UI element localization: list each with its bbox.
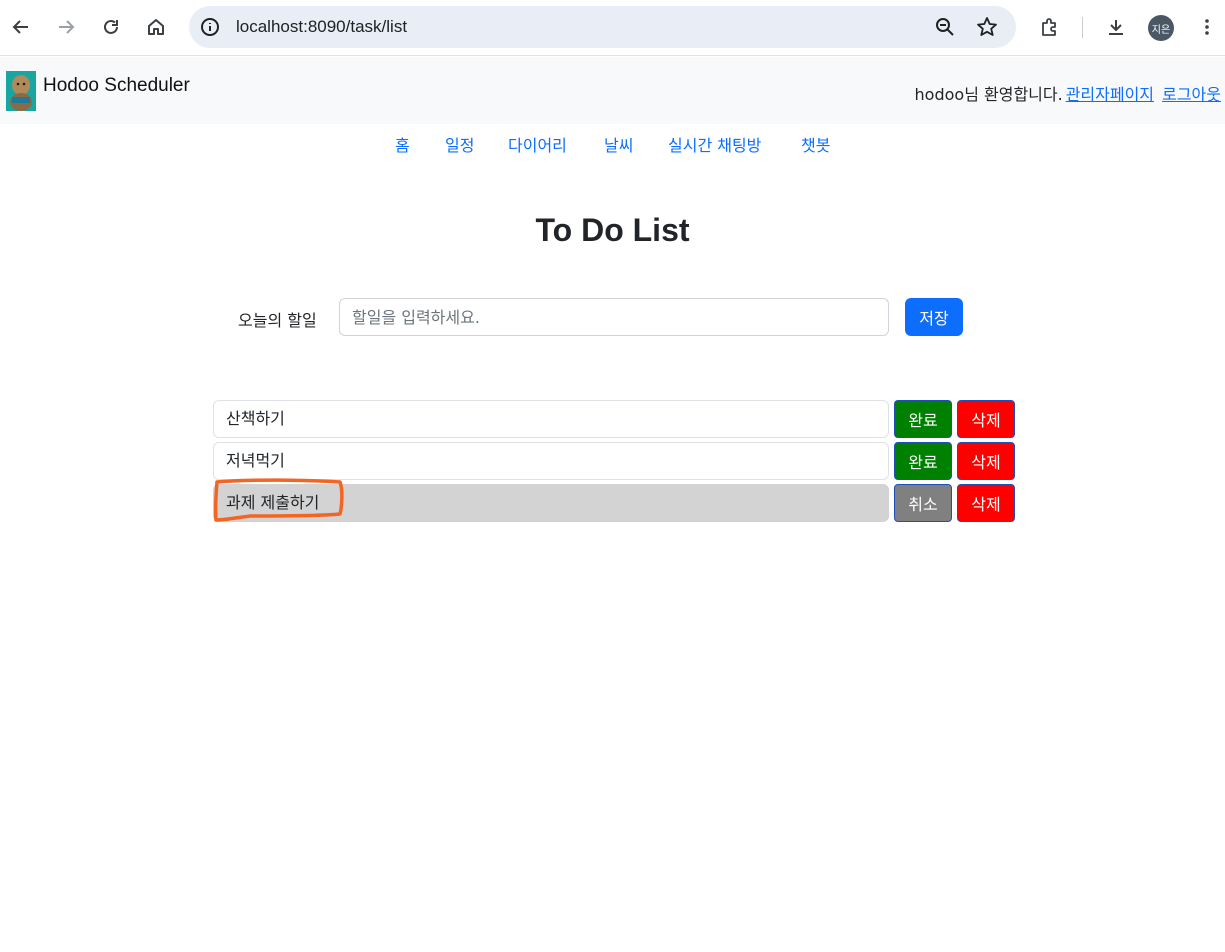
task-row: 산책하기 완료 삭제 xyxy=(213,400,1015,438)
url-text[interactable]: localhost:8090/task/list xyxy=(236,17,407,37)
download-icon[interactable] xyxy=(1099,10,1133,44)
back-icon[interactable] xyxy=(4,10,38,44)
profile-avatar[interactable]: 지은 xyxy=(1148,15,1174,41)
reload-icon[interactable] xyxy=(94,10,128,44)
menu-dots-icon[interactable] xyxy=(1190,10,1224,44)
delete-button[interactable]: 삭제 xyxy=(957,484,1015,522)
task-input-label: 오늘의 할일 xyxy=(238,311,317,330)
save-button[interactable]: 저장 xyxy=(905,298,963,336)
delete-button[interactable]: 삭제 xyxy=(957,442,1015,480)
nav-item-diary[interactable]: 다이어리 xyxy=(508,132,567,156)
info-icon[interactable] xyxy=(200,17,220,37)
complete-button[interactable]: 완료 xyxy=(894,400,952,438)
user-bar: hodoo님 환영합니다. 관리자페이지 로그아웃 xyxy=(915,81,1221,105)
task-row: 저녁먹기 완료 삭제 xyxy=(213,442,1015,480)
admin-page-link[interactable]: 관리자페이지 xyxy=(1066,85,1154,104)
nav-item-chatbot[interactable]: 챗봇 xyxy=(801,132,830,156)
home-icon[interactable] xyxy=(139,10,173,44)
nav-item-chat-room[interactable]: 실시간 채팅방 xyxy=(668,132,761,156)
page-title: To Do List xyxy=(535,212,690,248)
toolbar-divider xyxy=(1082,17,1083,38)
address-bar[interactable]: localhost:8090/task/list xyxy=(189,6,1016,48)
zoom-icon[interactable] xyxy=(935,17,955,37)
welcome-text: hodoo님 환영합니다. xyxy=(914,85,1063,104)
logo-image[interactable] xyxy=(6,71,36,111)
logout-link[interactable]: 로그아웃 xyxy=(1162,85,1221,104)
task-input[interactable] xyxy=(339,298,889,336)
bookmark-star-icon[interactable] xyxy=(976,16,998,38)
task-text[interactable]: 산책하기 xyxy=(213,400,889,438)
main-nav: 홈 일정 다이어리 날씨 실시간 채팅방 챗봇 xyxy=(0,132,1225,158)
nav-item-weather[interactable]: 날씨 xyxy=(604,132,633,156)
app-header: Hodoo Scheduler hodoo님 환영합니다. 관리자페이지 로그아웃 xyxy=(0,57,1225,124)
cancel-button[interactable]: 취소 xyxy=(894,484,952,522)
browser-toolbar: localhost:8090/task/list 지은 xyxy=(0,0,1225,56)
delete-button[interactable]: 삭제 xyxy=(957,400,1015,438)
task-text[interactable]: 저녁먹기 xyxy=(213,442,889,480)
task-text[interactable]: 과제 제출하기 xyxy=(213,484,889,522)
complete-button[interactable]: 완료 xyxy=(894,442,952,480)
nav-item-home[interactable]: 홈 xyxy=(395,132,410,156)
nav-item-schedule[interactable]: 일정 xyxy=(445,132,474,156)
brand-title[interactable]: Hodoo Scheduler xyxy=(43,75,190,97)
extensions-icon[interactable] xyxy=(1033,10,1067,44)
forward-icon[interactable] xyxy=(49,10,83,44)
task-row-done: 과제 제출하기 취소 삭제 xyxy=(213,484,1015,522)
